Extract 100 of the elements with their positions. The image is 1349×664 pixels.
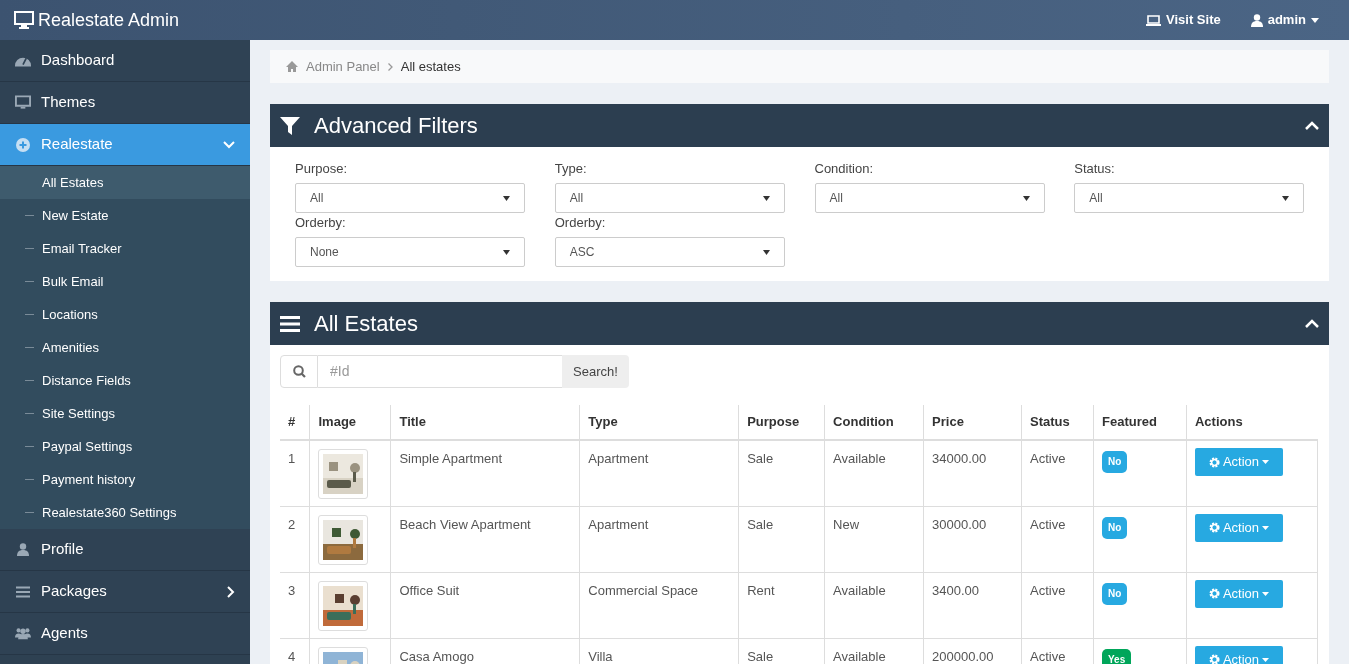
caret-icon (1022, 195, 1030, 201)
caret-icon (503, 195, 510, 201)
home-icon (286, 61, 298, 72)
column-header: Price (923, 405, 1022, 440)
caret-icon (1262, 460, 1269, 464)
field-label: Type: (554, 160, 588, 178)
panel-title: All Estates (314, 310, 418, 338)
submenu-item[interactable]: Paypal Settings (0, 430, 250, 463)
submenu-item[interactable]: Email Tracker (0, 232, 250, 265)
select-field[interactable]: All (814, 183, 1045, 213)
table-cell: Sale (738, 638, 825, 664)
gear-icon (1208, 522, 1220, 533)
submenu-item[interactable]: Site Settings (0, 397, 250, 430)
table-cell: New (824, 506, 924, 572)
caret-icon (762, 249, 770, 255)
table-cell: Office Suit (390, 572, 580, 638)
field-label: Purpose: (295, 160, 349, 178)
field-label: Orderby: (295, 214, 347, 232)
table-cell: Active (1021, 506, 1094, 572)
table-cell: Apartment (579, 440, 739, 506)
brand-title: Realestate Admin (38, 8, 180, 32)
submenu-item[interactable]: New Estate (0, 199, 250, 232)
table-cell: Casa Amogo (390, 638, 580, 664)
table-cell: Available (824, 638, 924, 664)
plus-circle-icon (16, 137, 30, 152)
user-icon (17, 543, 29, 556)
table-cell: Beach View Apartment (390, 506, 580, 572)
column-header: Purpose (738, 405, 825, 440)
table-cell: Available (824, 572, 924, 638)
column-header: Condition (824, 405, 924, 440)
select-field[interactable]: All (554, 183, 785, 213)
menu-icon (280, 315, 300, 332)
gear-icon (1208, 654, 1220, 664)
column-header: Featured (1093, 405, 1187, 440)
table-cell: Active (1021, 572, 1094, 638)
table-cell: Active (1021, 440, 1094, 506)
select-field[interactable]: All (295, 183, 525, 213)
featured-badge: No (1102, 451, 1128, 473)
caret-icon (1282, 195, 1290, 201)
table-cell: Available (824, 440, 924, 506)
field-label: Condition: (814, 160, 875, 178)
table-cell: 30000.00 (923, 506, 1022, 572)
chevron-right-icon (387, 62, 393, 71)
column-header: Actions (1186, 405, 1318, 440)
panel-title: Advanced Filters (314, 112, 478, 140)
table-cell: Simple Apartment (390, 440, 580, 506)
field-label: Orderby: (554, 214, 607, 232)
header-link[interactable]: admin (1250, 10, 1319, 30)
user-icon (1250, 13, 1263, 27)
table-cell: Apartment (579, 506, 739, 572)
monitor-icon (14, 11, 34, 29)
submenu-item[interactable]: All Estates (0, 166, 250, 199)
submenu-item[interactable]: Distance Fields (0, 364, 250, 397)
select-field[interactable]: All (1074, 183, 1305, 213)
table-cell: Sale (738, 440, 825, 506)
submenu-item[interactable]: Bulk Email (0, 265, 250, 298)
featured-badge: No (1102, 516, 1128, 539)
table-cell: Commercial Space (579, 572, 739, 638)
caret-icon (1262, 525, 1269, 530)
column-header: Type (579, 405, 739, 440)
caret-icon (762, 195, 770, 201)
menu-icon (16, 585, 30, 598)
table-cell: 34000.00 (923, 440, 1022, 506)
table-cell: Active (1021, 638, 1094, 664)
collapse-icon[interactable] (1305, 319, 1319, 328)
submenu-item[interactable]: Amenities (0, 331, 250, 364)
featured-badge: No (1102, 582, 1128, 605)
gear-icon (1208, 456, 1220, 468)
gear-icon (1208, 588, 1220, 599)
column-header: Image (310, 405, 391, 440)
caret-icon (503, 249, 510, 255)
column-header: Status (1021, 405, 1094, 440)
select-field[interactable]: ASC (554, 237, 785, 267)
users-icon (15, 627, 31, 640)
submenu-item[interactable]: Realestate360 Settings (0, 496, 250, 529)
field-label: Status: (1074, 160, 1116, 178)
search-field[interactable]: #Id (318, 355, 562, 388)
collapse-icon[interactable] (1305, 121, 1319, 130)
table-cell: Rent (738, 572, 825, 638)
table-cell: Villa (579, 638, 739, 664)
table-cell: 1 (280, 440, 310, 506)
header-link[interactable]: Visit Site (1146, 10, 1221, 30)
featured-badge: Yes (1102, 648, 1132, 664)
table-cell: 3 (280, 572, 310, 638)
table-cell: 4 (280, 638, 310, 664)
breadcrumb-link[interactable]: Admin Panel (306, 56, 380, 77)
laptop-icon (1146, 14, 1161, 26)
filter-icon (280, 115, 300, 136)
submenu-item[interactable]: Payment history (0, 463, 250, 496)
caret-icon (1262, 657, 1269, 662)
search-button[interactable]: Search! (562, 355, 629, 388)
column-header: Title (390, 405, 580, 440)
table-cell: Sale (738, 506, 825, 572)
column-header: # (280, 405, 310, 440)
breadcrumb-current: All estates (400, 57, 461, 76)
monitor-icon (15, 95, 31, 110)
submenu-item[interactable]: Locations (0, 298, 250, 331)
table-cell: 200000.00 (923, 638, 1022, 664)
select-field[interactable]: None (295, 237, 525, 267)
table-cell: 3400.00 (923, 572, 1022, 638)
